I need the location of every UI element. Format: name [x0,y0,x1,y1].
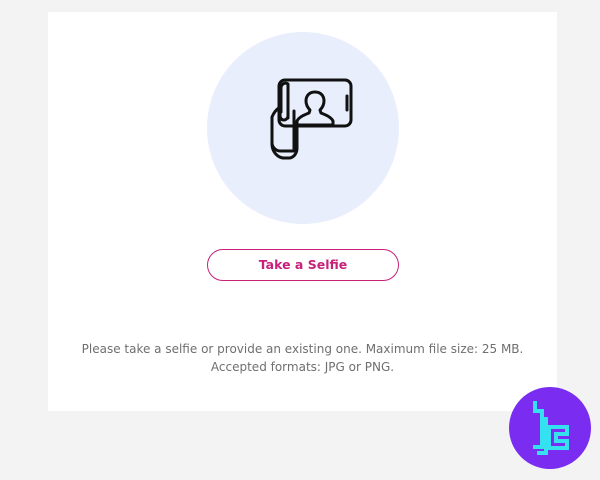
instructions-line-formats: Accepted formats: JPG or PNG. [210,360,395,374]
hand-holding-phone-selfie-icon [270,78,353,160]
selfie-upload-card: Take a Selfie Please take a selfie or pr… [48,12,557,411]
take-selfie-button[interactable]: Take a Selfie [207,249,399,281]
upload-instructions: Please take a selfie or provide an exist… [48,340,557,376]
selfie-illustration [207,32,399,224]
instructions-line-size: Please take a selfie or provide an exist… [81,342,524,356]
brand-logo-icon [509,387,591,469]
